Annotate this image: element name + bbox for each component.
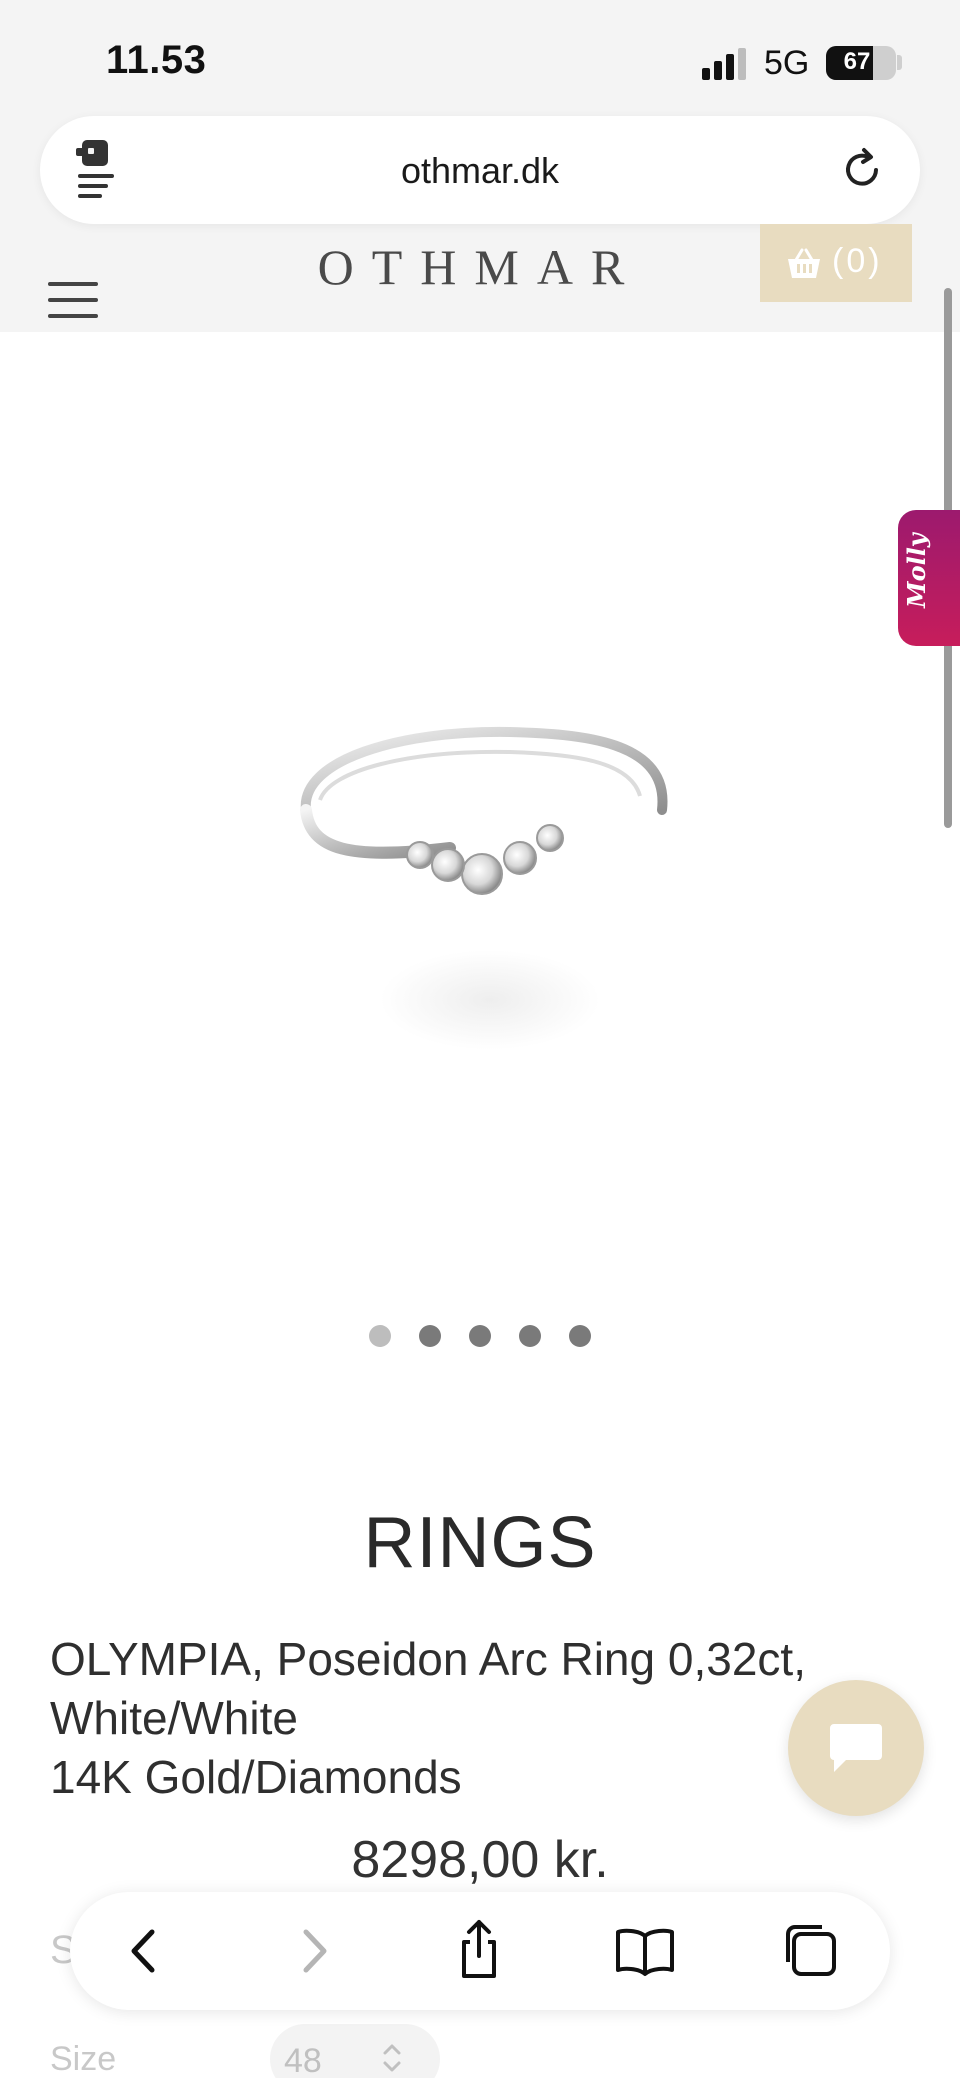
battery-icon: 67 <box>826 46 896 80</box>
shopping-basket-icon <box>786 246 822 280</box>
chat-button[interactable] <box>788 1680 924 1816</box>
url-text: othmar.dk <box>400 150 560 191</box>
battery-tip <box>897 55 902 70</box>
bookmarks-icon[interactable] <box>610 1916 680 1986</box>
browser-toolbar <box>70 1892 890 2010</box>
back-icon[interactable] <box>110 1916 180 1986</box>
share-icon[interactable] <box>444 1916 514 1986</box>
molly-label: Molly <box>902 533 931 608</box>
network-type: 5G <box>764 44 810 82</box>
size-label: Size <box>50 2040 117 2078</box>
size-select[interactable]: 48 <box>270 2024 440 2078</box>
chat-bubble-icon <box>828 1722 884 1774</box>
status-time: 11.53 <box>106 38 207 82</box>
carousel-dot[interactable] <box>369 1325 391 1347</box>
product-material: 14K Gold/Diamonds <box>50 1751 462 1803</box>
chevron-updown-icon <box>380 2040 404 2076</box>
cellular-signal-icon <box>702 48 750 80</box>
carousel-dot[interactable] <box>469 1325 491 1347</box>
tabs-icon[interactable] <box>776 1916 846 1986</box>
battery-percent: 67 <box>843 48 871 75</box>
product-category: RINGS <box>363 1503 597 1583</box>
reload-icon[interactable] <box>838 146 886 194</box>
molly-widget-tab[interactable]: Molly <box>898 510 960 646</box>
size-value: 48 <box>284 2042 322 2078</box>
product-name: OLYMPIA, Poseidon Arc Ring 0,32ct, White… <box>50 1630 870 1807</box>
cart-button[interactable]: (0) <box>760 224 912 302</box>
carousel-dot[interactable] <box>569 1325 591 1347</box>
carousel-dots <box>0 1325 960 1347</box>
product-image[interactable] <box>290 700 690 1080</box>
cart-count: (0) <box>832 242 883 280</box>
product-price: 8298,00 kr. <box>351 1831 609 1889</box>
product-name-line: OLYMPIA, Poseidon Arc Ring 0,32ct, <box>50 1633 806 1685</box>
address-bar[interactable]: othmar.dk <box>40 116 920 224</box>
product-name-line: White/White <box>50 1692 298 1744</box>
forward-icon[interactable] <box>278 1916 348 1986</box>
carousel-dot[interactable] <box>519 1325 541 1347</box>
carousel-dot[interactable] <box>419 1325 441 1347</box>
